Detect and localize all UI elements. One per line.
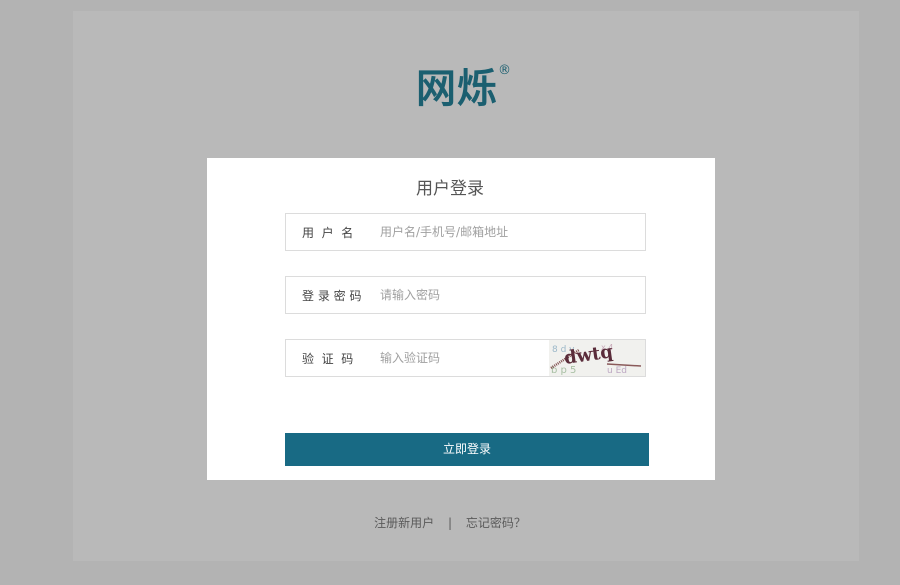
username-label: 用 户 名	[302, 225, 354, 240]
footer-separator: |	[447, 516, 453, 530]
registered-mark: ®	[498, 63, 511, 78]
login-title: 用户登录	[416, 179, 484, 199]
svg-text:u Ed: u Ed	[607, 366, 627, 376]
brand-name: 网烁	[416, 66, 498, 112]
register-link[interactable]: 注册新用户	[374, 514, 434, 531]
forgot-password-link[interactable]: 忘记密码？	[466, 514, 526, 531]
captcha-image[interactable]: 8 d v x 4 b p 5 u Ed dwtq	[549, 340, 645, 376]
password-input[interactable]	[380, 277, 645, 313]
login-button[interactable]: 立即登录	[285, 433, 649, 466]
captcha-field: 验 证 码 8 d v x 4 b p 5 u Ed dwtq	[285, 339, 646, 377]
brand-logo: 网烁 ®	[416, 64, 511, 114]
captcha-input[interactable]	[380, 340, 549, 376]
captcha-noise-graphic: 8 d v x 4 b p 5 u Ed dwtq	[549, 340, 645, 376]
password-field: 登 录 密 码	[285, 276, 646, 314]
username-input[interactable]	[380, 214, 645, 250]
username-field: 用 户 名	[285, 213, 646, 251]
password-label: 登 录 密 码	[302, 288, 362, 303]
login-card	[207, 158, 715, 480]
footer-links: 注册新用户 | 忘记密码？	[0, 514, 900, 531]
captcha-label: 验 证 码	[302, 351, 354, 366]
